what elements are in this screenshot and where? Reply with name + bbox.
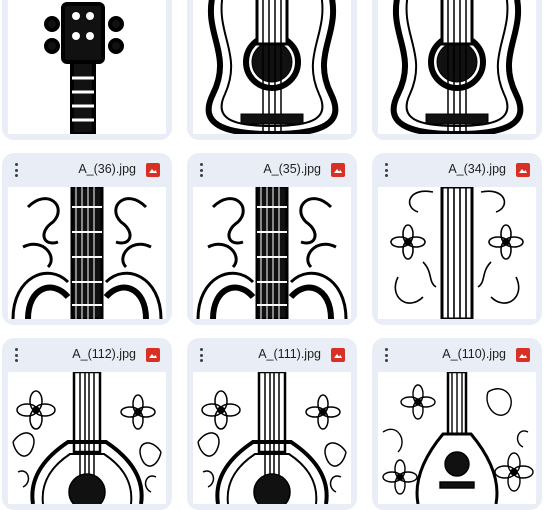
file-thumbnail	[193, 0, 351, 134]
file-thumbnail	[378, 187, 536, 319]
file-thumbnail	[378, 0, 536, 134]
file-card[interactable]: A_(36).jpg	[2, 153, 172, 325]
more-vert-icon[interactable]	[12, 163, 20, 177]
file-name: A_(35).jpg	[263, 162, 321, 176]
guitar-body-image	[205, 0, 339, 134]
ornamental-guitar-image	[11, 187, 163, 319]
image-file-icon	[146, 163, 160, 177]
guitar-headstock-image	[44, 2, 124, 134]
floral-guitar-small-image	[382, 372, 534, 504]
file-thumbnail	[193, 372, 351, 504]
file-name: A_(34).jpg	[448, 162, 506, 176]
file-thumbnail	[8, 0, 166, 134]
file-card[interactable]: A_(34).jpg	[372, 153, 542, 325]
file-thumbnail	[8, 187, 166, 319]
more-vert-icon[interactable]	[382, 163, 390, 177]
file-card[interactable]	[372, 0, 542, 140]
image-file-icon	[146, 348, 160, 362]
file-name: A_(112).jpg	[72, 347, 136, 361]
card-header: A_(35).jpg	[187, 153, 357, 187]
floral-guitar-image	[12, 372, 162, 504]
file-thumbnail	[8, 372, 166, 504]
file-name: A_(110).jpg	[442, 347, 506, 361]
card-header: A_(112).jpg	[2, 338, 172, 372]
file-card[interactable]	[187, 0, 357, 140]
file-name: A_(111).jpg	[258, 347, 321, 361]
image-file-icon	[331, 348, 345, 362]
file-card[interactable]: A_(110).jpg	[372, 338, 542, 510]
more-vert-icon[interactable]	[12, 348, 20, 362]
file-card[interactable]: A_(112).jpg	[2, 338, 172, 510]
card-header: A_(34).jpg	[372, 153, 542, 187]
file-name: A_(36).jpg	[78, 162, 136, 176]
file-card[interactable]: A_(35).jpg	[187, 153, 357, 325]
more-vert-icon[interactable]	[197, 163, 205, 177]
file-thumbnail	[378, 372, 536, 504]
file-card[interactable]: A_(111).jpg	[187, 338, 357, 510]
file-card[interactable]	[2, 0, 172, 140]
image-file-icon	[516, 348, 530, 362]
floral-guitar-neck-image	[390, 187, 524, 319]
image-file-icon	[331, 163, 345, 177]
more-vert-icon[interactable]	[197, 348, 205, 362]
card-header: A_(36).jpg	[2, 153, 172, 187]
ornamental-guitar-image	[196, 187, 348, 319]
file-thumbnail	[193, 187, 351, 319]
card-header: A_(110).jpg	[372, 338, 542, 372]
image-file-icon	[516, 163, 530, 177]
guitar-body-image	[390, 0, 524, 134]
floral-guitar-image	[197, 372, 347, 504]
card-header: A_(111).jpg	[187, 338, 357, 372]
more-vert-icon[interactable]	[382, 348, 390, 362]
